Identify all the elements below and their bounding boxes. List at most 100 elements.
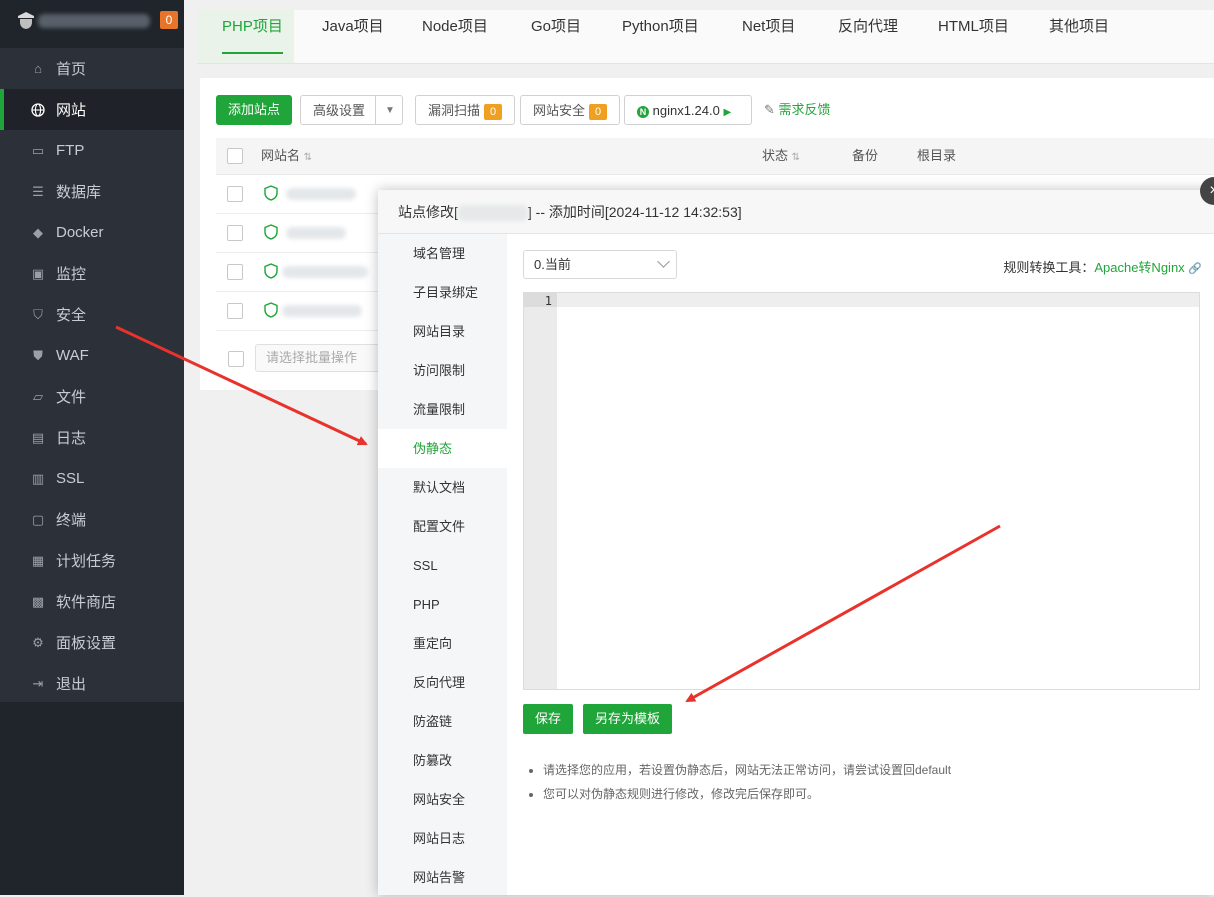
sidebar-item-database[interactable]: ☰ 数据库	[0, 171, 184, 212]
sidebar-item-label: 终端	[56, 512, 87, 529]
site-name-blurred	[282, 266, 368, 278]
sidebar-item-ftp[interactable]: ▭ FTP	[0, 130, 184, 171]
nav-site-security[interactable]: 网站安全	[378, 780, 507, 819]
site-name-blurred	[286, 227, 346, 239]
batch-operation-select[interactable]: 请选择批量操作	[255, 344, 380, 372]
site-security-button[interactable]: 网站安全 0	[520, 95, 621, 125]
nav-php[interactable]: PHP	[378, 585, 507, 624]
nav-config-file[interactable]: 配置文件	[378, 507, 507, 546]
server-name-blurred	[38, 14, 150, 28]
tab-html[interactable]: HTML项目	[938, 0, 1009, 53]
docker-icon: ◆	[33, 224, 43, 240]
sidebar-item-ssl[interactable]: ▥ SSL	[0, 458, 184, 499]
modal-title-prefix: 站点修改[	[398, 204, 458, 220]
tab-reverse-proxy[interactable]: 反向代理	[838, 0, 898, 53]
sidebar-item-logs[interactable]: ▤ 日志	[0, 417, 184, 458]
database-icon: ☰	[32, 183, 44, 199]
modal-title-suffix: ] -- 添加时间[2024-11-12 14:32:53]	[527, 204, 742, 220]
tip-item: 您可以对伪静态规则进行修改，修改完后保存即可。	[543, 782, 951, 806]
row-checkbox[interactable]	[227, 186, 243, 202]
apps-icon: ▩	[31, 593, 45, 609]
monitor-icon: ▣	[31, 265, 45, 281]
nav-site-alert[interactable]: 网站告警	[378, 858, 507, 897]
nav-access-limit[interactable]: 访问限制	[378, 351, 507, 390]
sidebar-item-label: 安全	[56, 307, 87, 324]
nav-site-dir[interactable]: 网站目录	[378, 312, 507, 351]
sidebar: 0 ⌂ 首页 网站 ▭ FTP ☰ 数据库 ◆ Docker ▣ 监控 ⛉ 安全 ⛊ WAF …	[0, 0, 184, 895]
sidebar-item-files[interactable]: ▱ 文件	[0, 376, 184, 417]
chevron-down-icon[interactable]: ▼	[375, 96, 404, 124]
batch-checkbox[interactable]	[228, 351, 244, 367]
nav-reverse-proxy[interactable]: 反向代理	[378, 663, 507, 702]
tab-php[interactable]: PHP项目	[222, 0, 283, 54]
sort-icon: ⇅	[303, 152, 313, 163]
col-status[interactable]: 状态 ⇅	[762, 138, 800, 176]
sidebar-item-label: SSL	[56, 470, 85, 487]
terminal-icon: ▢	[31, 511, 45, 527]
calendar-icon: ▦	[31, 552, 45, 568]
row-checkbox[interactable]	[227, 225, 243, 241]
tab-node[interactable]: Node项目	[422, 0, 488, 53]
sidebar-item-label: 文件	[56, 389, 87, 406]
site-name-blurred	[282, 305, 362, 317]
nav-ssl[interactable]: SSL	[378, 546, 507, 585]
save-button[interactable]: 保存	[523, 704, 574, 734]
row-checkbox[interactable]	[227, 303, 243, 319]
log-icon: ▤	[31, 429, 45, 445]
row-checkbox[interactable]	[227, 264, 243, 280]
sidebar-item-security[interactable]: ⛉ 安全	[0, 294, 184, 335]
tab-java[interactable]: Java项目	[322, 0, 384, 53]
tab-other[interactable]: 其他项目	[1049, 0, 1109, 53]
col-site-name[interactable]: 网站名 ⇅	[261, 138, 312, 176]
nav-traffic-limit[interactable]: 流量限制	[378, 390, 507, 429]
site-security-label: 网站安全	[533, 103, 586, 118]
save-as-template-button[interactable]: 另存为模板	[583, 704, 673, 734]
sidebar-item-label: 首页	[56, 61, 87, 78]
feedback-link[interactable]: ✎ 需求反馈	[764, 95, 831, 125]
vuln-scan-button[interactable]: 漏洞扫描 0	[415, 95, 516, 125]
sidebar-menu: ⌂ 首页 网站 ▭ FTP ☰ 数据库 ◆ Docker ▣ 监控 ⛉ 安全 ⛊ WAF ▱ 文…	[0, 48, 184, 702]
nav-tamper-proof[interactable]: 防篡改	[378, 741, 507, 780]
sidebar-item-label: 日志	[56, 430, 87, 447]
nav-domain[interactable]: 域名管理	[378, 234, 507, 273]
rewrite-editor[interactable]: 1	[523, 292, 1200, 690]
nav-subdir[interactable]: 子目录绑定	[378, 273, 507, 312]
sidebar-item-monitor[interactable]: ▣ 监控	[0, 253, 184, 294]
tab-python[interactable]: Python项目	[622, 0, 699, 53]
batch-select-placeholder: 请选择批量操作	[266, 350, 358, 365]
select-all-checkbox[interactable]	[227, 148, 243, 164]
globe-icon	[30, 102, 46, 118]
sidebar-item-terminal[interactable]: ▢ 终端	[0, 499, 184, 540]
advanced-settings-button[interactable]: 高级设置 ▼	[300, 95, 403, 125]
col-site-name-label: 网站名	[261, 148, 301, 163]
tab-go[interactable]: Go项目	[531, 0, 581, 53]
nav-hotlink[interactable]: 防盗链	[378, 702, 507, 741]
advanced-settings-label: 高级设置	[313, 103, 366, 118]
sidebar-item-label: 面板设置	[56, 635, 117, 652]
nav-site-log[interactable]: 网站日志	[378, 819, 507, 858]
logo-icon	[18, 12, 34, 29]
sidebar-item-docker[interactable]: ◆ Docker	[0, 212, 184, 253]
sidebar-item-logout[interactable]: ⇥ 退出	[0, 663, 184, 704]
sidebar-item-website[interactable]: 网站	[0, 89, 184, 130]
sidebar-item-settings[interactable]: ⚙ 面板设置	[0, 622, 184, 663]
add-site-button[interactable]: 添加站点	[216, 95, 293, 125]
notification-badge[interactable]: 0	[160, 11, 178, 29]
apache-to-nginx-link[interactable]: Apache转Nginx	[1094, 260, 1184, 275]
nginx-button[interactable]: N nginx1.24.0 ▶	[624, 95, 752, 125]
rewrite-panel: 0.当前 规则转换工具：Apache转Nginx 🔗 1 保存 另存为模板 请选…	[507, 234, 1214, 895]
col-status-label: 状态	[762, 148, 789, 163]
sidebar-item-store[interactable]: ▩ 软件商店	[0, 581, 184, 622]
sidebar-item-home[interactable]: ⌂ 首页	[0, 48, 184, 89]
nav-redirect[interactable]: 重定向	[378, 624, 507, 663]
tab-net[interactable]: Net项目	[742, 0, 795, 53]
nav-rewrite[interactable]: 伪静态	[378, 429, 507, 468]
waf-shield-icon	[264, 185, 278, 201]
edit-icon: ✎	[764, 102, 775, 117]
nginx-version: nginx1.24.0	[652, 103, 720, 118]
sidebar-item-waf[interactable]: ⛊ WAF	[0, 335, 184, 376]
ssl-icon: ▥	[31, 470, 45, 486]
nav-default-doc[interactable]: 默认文档	[378, 468, 507, 507]
rewrite-template-select[interactable]: 0.当前	[523, 250, 677, 279]
sidebar-item-cron[interactable]: ▦ 计划任务	[0, 540, 184, 581]
